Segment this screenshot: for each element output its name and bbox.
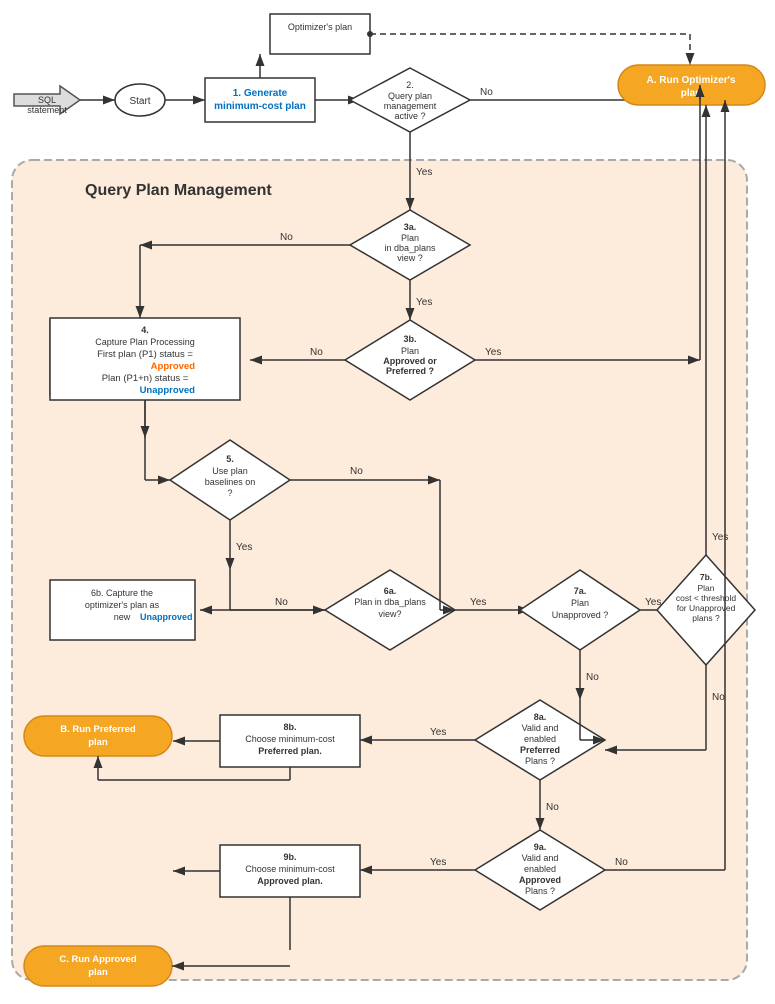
step3b-label2: Approved or	[383, 356, 437, 366]
step7b-label3: for Unapproved	[677, 603, 736, 613]
step3a-label0: 3a.	[404, 222, 417, 232]
label-b-text1: B. Run Preferred	[60, 724, 136, 735]
step2-no-label: No	[480, 87, 493, 98]
step5-label0: 5.	[226, 454, 234, 464]
step7b-no-label: No	[712, 692, 725, 703]
step7b-yes-label: Yes	[712, 532, 728, 543]
step9a-label4: Plans ?	[525, 886, 555, 896]
step9b-t0: 9b.	[283, 852, 296, 862]
step6a-no-label: No	[275, 597, 288, 608]
step4-approved-text: Approved	[151, 361, 196, 372]
step3b-yes-label: Yes	[485, 347, 501, 358]
sql-statement-label2: statement	[27, 105, 67, 115]
step5-label2: baselines on	[205, 477, 256, 487]
flowchart-container: Query Plan Management SQL statement Star…	[0, 0, 775, 1004]
step1-label2: minimum-cost plan	[214, 101, 306, 112]
label-c-text1: C. Run Approved	[59, 954, 136, 965]
step7b-label1: Plan	[697, 583, 714, 593]
step6b-unapproved: Unapproved	[140, 612, 193, 622]
dot-optimizer	[367, 31, 373, 37]
opt-plan-label1: Optimizer's plan	[288, 22, 352, 32]
step6b-line2: optimizer's plan as	[85, 600, 160, 610]
step8a-label4: Plans ?	[525, 756, 555, 766]
step7a-label1: Plan	[571, 598, 589, 608]
step5-no-label: No	[350, 466, 363, 477]
step7a-label2: Unapproved ?	[552, 610, 609, 620]
step4-t0: 4.	[141, 325, 149, 335]
qpm-background	[12, 160, 747, 980]
step3a-label2: in dba_plans	[384, 243, 436, 253]
step5-yes-label: Yes	[236, 542, 252, 553]
step1-box	[205, 78, 315, 122]
step9a-label0: 9a.	[534, 842, 547, 852]
label-b-shape	[24, 716, 172, 756]
step8b-t1: Choose minimum-cost	[245, 734, 335, 744]
step3b-label0: 3b.	[403, 334, 416, 344]
step7b-label4: plans ?	[692, 613, 720, 623]
step9a-label3: Approved	[519, 875, 561, 885]
step8a-yes-label: Yes	[430, 727, 446, 738]
step5-label3: ?	[227, 488, 232, 498]
step2-label0: 2.	[406, 80, 414, 90]
step9b-t2: Approved plan.	[257, 876, 323, 886]
start-label: Start	[129, 96, 150, 107]
step8b-t0: 8b.	[283, 722, 296, 732]
step3b-no-label: No	[310, 347, 323, 358]
step3b-label3: Preferred ?	[386, 366, 434, 376]
step8a-label2: enabled	[524, 734, 556, 744]
step7b-label0: 7b.	[700, 572, 712, 582]
qpm-label: Query Plan Management	[85, 182, 272, 199]
step8b-t2: Preferred plan.	[258, 746, 322, 756]
step7b-label2: cost < threshold	[676, 593, 737, 603]
step8a-label1: Valid and	[522, 723, 559, 733]
step9a-yes-label: Yes	[430, 857, 446, 868]
step9b-t1: Choose minimum-cost	[245, 864, 335, 874]
step4-t3: Plan (P1+n) status =	[102, 373, 189, 384]
step3b-label1: Plan	[401, 346, 419, 356]
step6b-line3-a: new	[114, 612, 131, 622]
label-b-text2: plan	[88, 737, 108, 748]
step7a-no-label: No	[586, 672, 599, 683]
sql-statement-label: SQL	[38, 95, 56, 105]
label-c-shape	[24, 946, 172, 986]
step9a-no-label: No	[615, 857, 628, 868]
step8a-label3: Preferred	[520, 745, 560, 755]
optimizer-plan-box	[270, 14, 370, 54]
step3a-label1: Plan	[401, 233, 419, 243]
step8a-label0: 8a.	[534, 712, 547, 722]
step3a-label3: view ?	[397, 253, 423, 263]
step2-label1: Query plan	[388, 91, 432, 101]
step7a-label0: 7a.	[574, 586, 587, 596]
step6a-label1: Plan in dba_plans	[354, 597, 426, 607]
label-c-text2: plan	[88, 967, 108, 978]
step5-label1: Use plan	[212, 466, 248, 476]
step2-label2: management	[384, 101, 437, 111]
step9a-label1: Valid and	[522, 853, 559, 863]
step1-label1: 1. Generate	[233, 88, 288, 99]
step6a-label2: view?	[378, 609, 401, 619]
step6b-line1: 6b. Capture the	[91, 588, 153, 598]
step7a-yes-label: Yes	[645, 597, 661, 608]
step2-yes-label: Yes	[416, 167, 432, 178]
step6a-label0: 6a.	[384, 586, 397, 596]
step8a-no-label: No	[546, 802, 559, 813]
step3a-no-label: No	[280, 232, 293, 243]
step4-unapproved-text: Unapproved	[140, 385, 196, 396]
step6a-yes-label: Yes	[470, 597, 486, 608]
label-a-text2: plan	[681, 88, 702, 99]
step2-label3: active ?	[394, 111, 425, 121]
step9a-label2: enabled	[524, 864, 556, 874]
step4-t2: First plan (P1) status =	[97, 349, 193, 360]
step3a-yes-label: Yes	[416, 297, 432, 308]
step4-t1: Capture Plan Processing	[95, 337, 195, 347]
label-a-text1: A. Run Optimizer's	[646, 75, 735, 86]
